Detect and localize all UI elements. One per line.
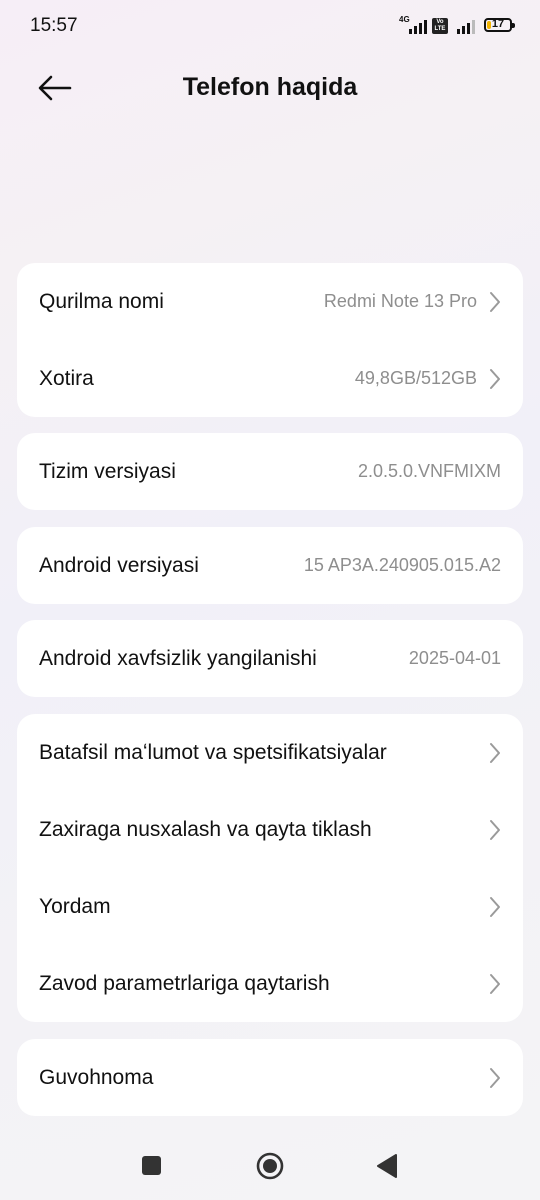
battery-percent: 17 [491,18,505,30]
system-version-value: 2.0.5.0.VNFMIXM [357,461,501,481]
android-version-value: 15 AP3A.240905.015.A2 [303,555,501,575]
backup-restore-label: Zaxiraga nusxalash va qayta tiklash [39,818,372,841]
more-options-card: Batafsil maʻlumot va spetsifikatsiyalar … [17,714,523,1022]
chevron-right-icon [490,820,500,840]
help-label: Yordam [39,895,111,918]
signal-4g-icon: 4G [399,16,427,34]
chevron-right-icon [490,743,500,763]
device-name-label: Qurilma nomi [39,290,164,313]
status-bar: 15:57 4G Vo LTE 17 [0,0,540,50]
android-version-card: Android versiyasi 15 AP3A.240905.015.A2 [17,527,523,604]
chevron-right-icon [490,1068,500,1088]
device-name-row[interactable]: Qurilma nomi Redmi Note 13 Pro [17,263,523,340]
system-version-card: Tizim versiyasi 2.0.5.0.VNFMIXM [17,433,523,510]
certificate-label: Guvohnoma [39,1066,154,1089]
battery-icon: 17 [484,18,515,32]
status-time: 15:57 [30,15,78,36]
security-update-value: 2025-04-01 [408,648,501,668]
system-version-row[interactable]: Tizim versiyasi 2.0.5.0.VNFMIXM [17,433,523,510]
signal-icon [453,16,475,34]
security-update-label: Android xavfsizlik yangilanishi [39,647,317,670]
header: Telefon haqida [0,60,540,116]
android-version-row[interactable]: Android versiyasi 15 AP3A.240905.015.A2 [17,527,523,604]
backup-restore-row[interactable]: Zaxiraga nusxalash va qayta tiklash [17,791,523,868]
device-name-value: Redmi Note 13 Pro [323,291,477,311]
device-info-card: Qurilma nomi Redmi Note 13 Pro Xotira 49… [17,263,523,417]
recents-square-icon[interactable] [142,1156,161,1175]
home-circle-icon[interactable] [256,1152,284,1180]
storage-row[interactable]: Xotira 49,8GB/512GB [17,340,523,417]
navigation-bar [0,1130,540,1200]
chevron-right-icon [490,974,500,994]
android-version-label: Android versiyasi [39,554,199,577]
factory-reset-row[interactable]: Zavod parametrlariga qaytarish [17,945,523,1022]
storage-value: 49,8GB/512GB [354,368,477,388]
security-update-row[interactable]: Android xavfsizlik yangilanishi 2025-04-… [17,620,523,697]
security-update-card: Android xavfsizlik yangilanishi 2025-04-… [17,620,523,697]
storage-label: Xotira [39,367,94,390]
details-specs-row[interactable]: Batafsil maʻlumot va spetsifikatsiyalar [17,714,523,791]
volte-icon: Vo LTE [432,18,448,34]
chevron-right-icon [490,369,500,389]
chevron-right-icon [490,292,500,312]
factory-reset-label: Zavod parametrlariga qaytarish [39,972,330,995]
certificate-card: Guvohnoma [17,1039,523,1116]
system-version-label: Tizim versiyasi [39,460,176,483]
help-row[interactable]: Yordam [17,868,523,945]
page-title: Telefon haqida [182,73,358,101]
chevron-right-icon [490,897,500,917]
status-icons: 4G Vo LTE 17 [399,14,515,34]
back-triangle-icon[interactable] [376,1153,398,1179]
details-specs-label: Batafsil maʻlumot va spetsifikatsiyalar [39,741,387,764]
certificate-row[interactable]: Guvohnoma [17,1039,523,1116]
